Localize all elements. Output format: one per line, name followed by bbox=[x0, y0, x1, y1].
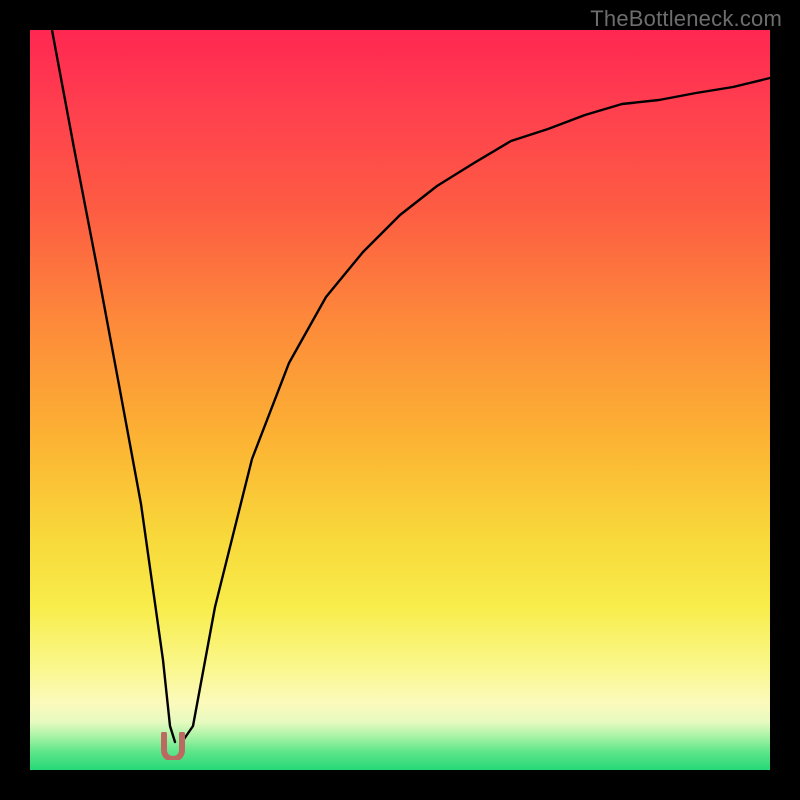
bottleneck-curve bbox=[30, 30, 770, 770]
optimal-marker bbox=[161, 732, 185, 760]
plot-area bbox=[30, 30, 770, 770]
watermark-text: TheBottleneck.com bbox=[590, 6, 782, 32]
chart-frame: TheBottleneck.com bbox=[0, 0, 800, 800]
